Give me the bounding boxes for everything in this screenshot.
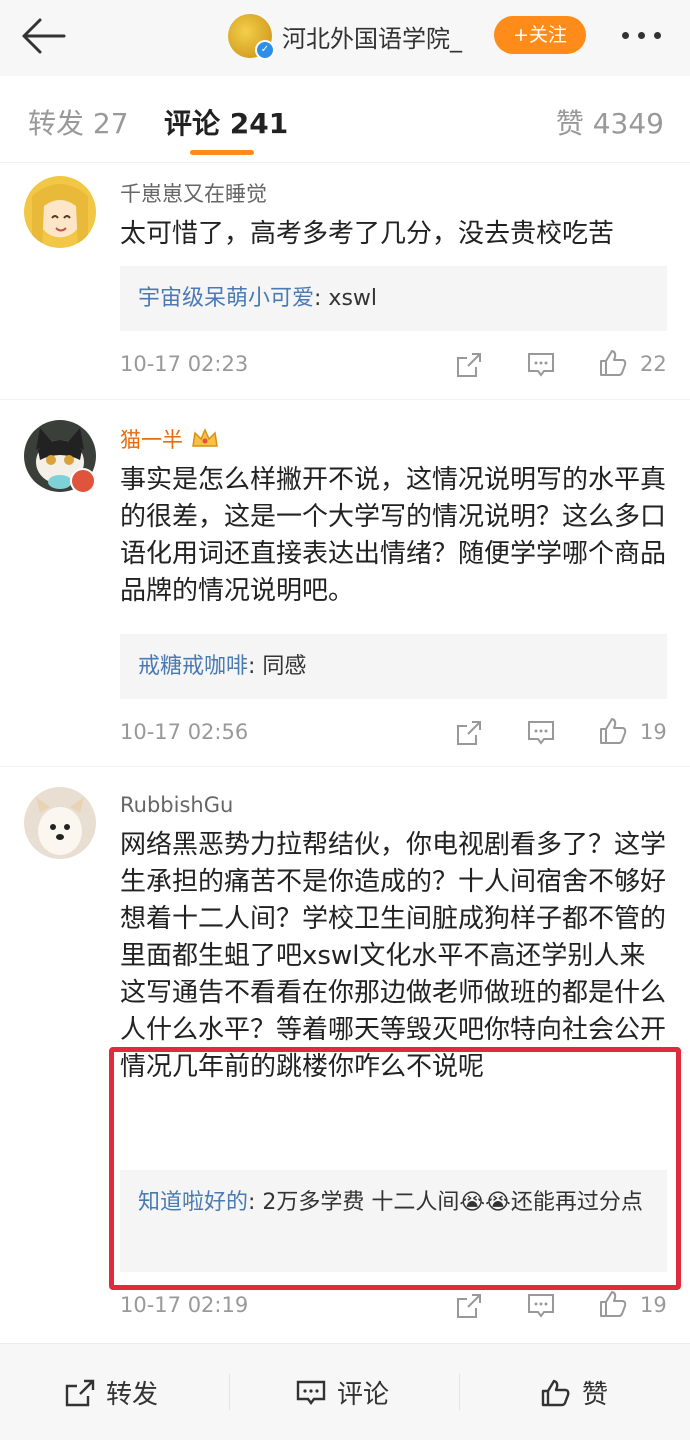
account-name[interactable]: 河北外国语学院_ bbox=[282, 19, 462, 54]
follow-button[interactable]: +关注 bbox=[494, 16, 586, 54]
like-count: 22 bbox=[640, 352, 667, 376]
username[interactable]: 猫一半 bbox=[120, 424, 219, 454]
more-options-icon[interactable] bbox=[622, 24, 672, 48]
back-arrow-icon[interactable] bbox=[18, 16, 68, 56]
share-icon[interactable] bbox=[454, 718, 484, 748]
user-avatar[interactable] bbox=[24, 176, 96, 248]
repost-icon bbox=[65, 1379, 95, 1407]
reply-username[interactable]: 戒糖戒咖啡 bbox=[138, 654, 248, 679]
member-badge-icon bbox=[70, 468, 96, 494]
like-thumb-icon[interactable] bbox=[598, 716, 628, 746]
reply-comment-icon[interactable] bbox=[526, 350, 556, 380]
repost-label: 转发 bbox=[106, 1380, 159, 1410]
comment-text: 事实是怎么样撇开不说，这情况说明写的水平真的很差，这是一个大学写的情况说明？这么… bbox=[120, 465, 667, 606]
username[interactable]: 千崽崽又在睡觉 bbox=[120, 178, 267, 208]
tab-comments[interactable]: 评论 241 bbox=[164, 102, 288, 142]
like-icon bbox=[541, 1379, 570, 1407]
bar-divider bbox=[229, 1374, 230, 1410]
user-avatar[interactable] bbox=[24, 787, 96, 859]
like-count: 19 bbox=[640, 720, 667, 744]
tab-likes[interactable]: 赞 4349 bbox=[556, 102, 664, 142]
reply-text: : 同感 bbox=[248, 654, 307, 679]
comment-text: 太可惜了，高考多考了几分，没去贵校吃苦 bbox=[120, 219, 615, 249]
reply-comment-icon[interactable] bbox=[526, 1291, 556, 1321]
account-avatar[interactable]: ✓ bbox=[228, 14, 275, 60]
crown-icon bbox=[191, 428, 219, 450]
comment-timestamp: 10-17 02:19 bbox=[120, 1293, 249, 1317]
comment-timestamp: 10-17 02:23 bbox=[120, 352, 249, 376]
share-icon[interactable] bbox=[454, 1291, 484, 1321]
bar-divider bbox=[459, 1374, 460, 1410]
share-icon[interactable] bbox=[454, 350, 484, 380]
bottom-action-bar: 转发 评论 赞 bbox=[0, 1343, 690, 1440]
reply-box[interactable]: 戒糖戒咖啡: 同感 bbox=[120, 634, 667, 699]
comment-timestamp: 10-17 02:56 bbox=[120, 720, 249, 744]
repost-button[interactable]: 转发 bbox=[64, 1374, 158, 1411]
username[interactable]: RubbishGu bbox=[120, 793, 233, 817]
tab-reposts[interactable]: 转发 27 bbox=[28, 102, 129, 142]
active-tab-indicator bbox=[190, 150, 254, 155]
top-navigation-bar: ✓ 河北外国语学院_ +关注 bbox=[0, 0, 690, 76]
reply-box[interactable]: 宇宙级呆萌小可爱: xswl bbox=[120, 266, 667, 331]
tab-bar: 转发 27 评论 241 赞 4349 bbox=[0, 76, 690, 163]
reply-username[interactable]: 宇宙级呆萌小可爱 bbox=[138, 286, 314, 311]
like-count: 19 bbox=[640, 1293, 667, 1317]
comment-label: 评论 bbox=[337, 1380, 390, 1410]
like-label: 赞 bbox=[582, 1380, 609, 1410]
like-thumb-icon[interactable] bbox=[598, 1289, 628, 1319]
reply-comment-icon[interactable] bbox=[526, 718, 556, 748]
like-button[interactable]: 赞 bbox=[540, 1374, 608, 1411]
reply-text: : xswl bbox=[314, 286, 378, 311]
verified-badge-icon: ✓ bbox=[255, 40, 275, 60]
comment-divider bbox=[0, 766, 690, 777]
highlight-annotation-frame bbox=[109, 1047, 681, 1290]
comment-divider bbox=[0, 399, 690, 410]
like-thumb-icon[interactable] bbox=[598, 348, 628, 378]
comment-button[interactable]: 评论 bbox=[295, 1374, 389, 1411]
comment-icon bbox=[296, 1380, 326, 1405]
